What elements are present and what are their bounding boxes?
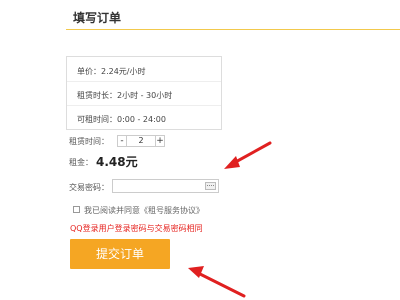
password-label: 交易密码：	[69, 183, 109, 192]
red-arrow-icon	[224, 141, 272, 169]
info-divider	[67, 81, 221, 82]
agreement-text[interactable]: 我已阅读并同意《租号服务协议》	[84, 205, 204, 216]
unit-price: 单价：2.24元/小时	[77, 67, 146, 76]
annotation-arrows	[188, 141, 272, 298]
rent-duration: 租赁时长：2小时 - 30小时	[77, 91, 173, 100]
info-divider	[67, 105, 221, 106]
order-info-box: 单价：2.24元/小时 租赁时长：2小时 - 30小时 可租时间：0:00 - …	[66, 56, 222, 130]
trade-password-input[interactable]	[112, 179, 219, 193]
rent-time-label: 租赁时间：	[69, 137, 109, 146]
rent-hours-input[interactable]: 2	[127, 135, 155, 147]
agree-checkbox[interactable]	[73, 206, 80, 213]
rent-label: 租金：	[69, 158, 93, 167]
rent-available-time: 可租时间：0:00 - 24:00	[77, 115, 166, 124]
rent-time-stepper: - 2 +	[117, 134, 165, 148]
password-warning: QQ登录用户登录密码与交易密码相同	[70, 224, 203, 233]
decrement-button[interactable]: -	[117, 135, 127, 147]
submit-order-button[interactable]: 提交订单	[70, 239, 170, 269]
keyboard-icon[interactable]	[205, 182, 216, 190]
page-title: 填写订单	[73, 11, 122, 25]
title-divider	[66, 29, 400, 30]
rent-amount: 4.48元	[96, 155, 138, 169]
increment-button[interactable]: +	[155, 135, 165, 147]
red-arrow-icon	[188, 266, 246, 298]
order-page: 填写订单 单价：2.24元/小时 租赁时长：2小时 - 30小时 可租时间：0:…	[0, 0, 400, 300]
